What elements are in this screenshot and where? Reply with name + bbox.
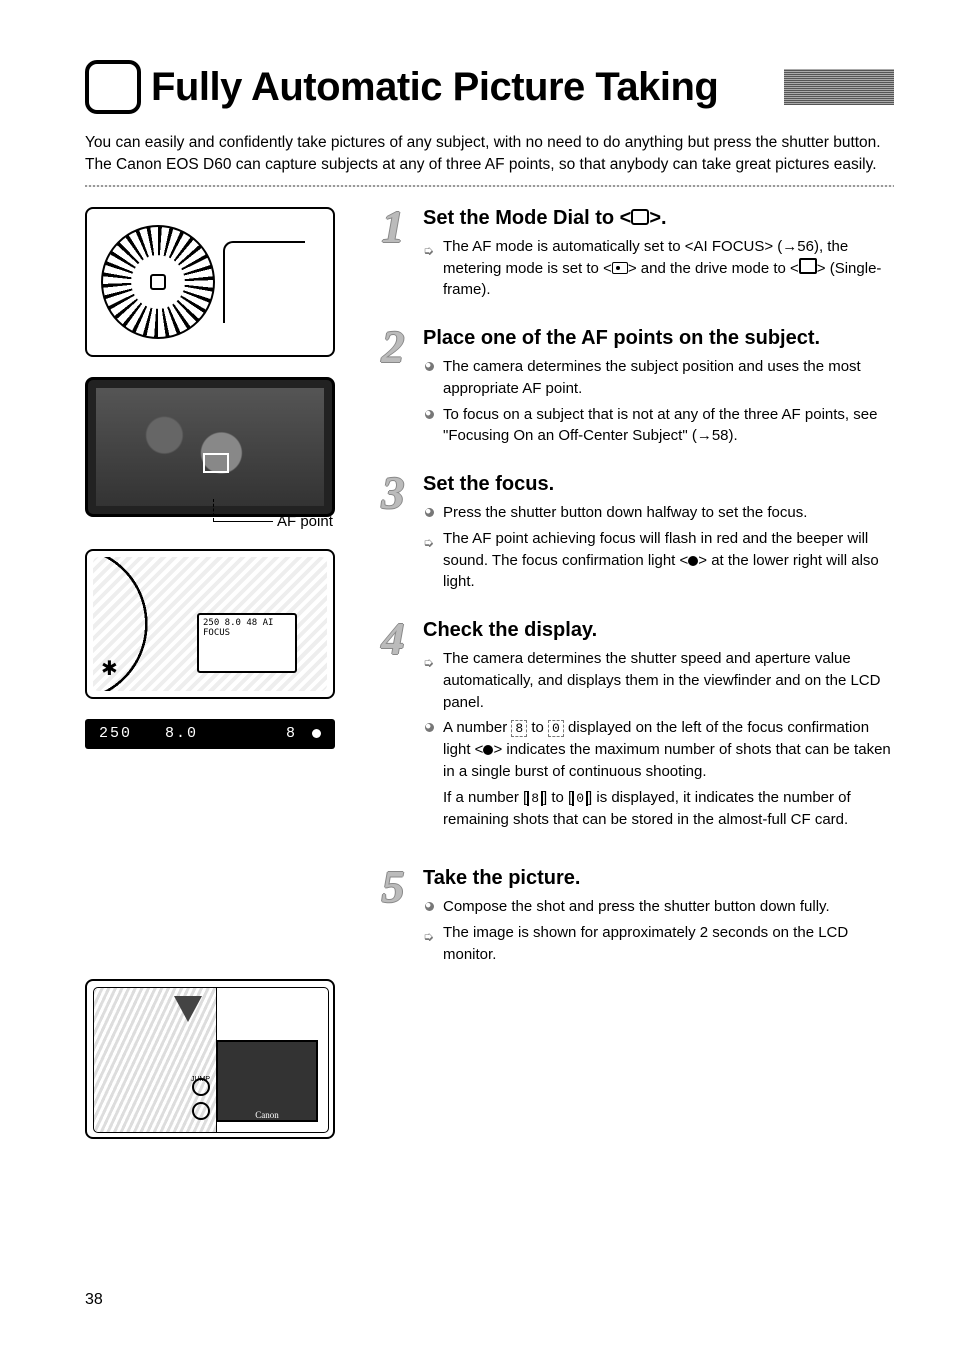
section-divider [85,185,894,187]
page-title: Fully Automatic Picture Taking [151,65,774,110]
vf-aperture: 8.0 [165,725,198,742]
result-arrow-icon: ➭ [423,654,434,673]
camera-top-lcd: 250 8.0 48 AI FOCUS [197,613,297,673]
seven-seg-digit: 8 [527,791,543,806]
steps-column: 1 Set the Mode Dial to <>. ➭ The AF mode… [375,207,894,1139]
manual-page: Fully Automatic Picture Taking You can e… [0,0,954,1349]
vf-burst-count: 8 [286,725,297,742]
content-columns: AF point 250 8.0 48 AI FOCUS ✱ 250 8.0 8 [85,207,894,1139]
step-title: Take the picture. [423,867,894,890]
result-arrow-icon: ➭ [423,242,434,261]
mode-dial-icon [101,225,215,339]
back-button-icon [192,1102,210,1120]
step-1: 1 Set the Mode Dial to <>. ➭ The AF mode… [375,207,894,305]
step-item: A number 8 to 0 displayed on the left of… [423,717,894,782]
title-stripe-decoration [784,69,894,105]
title-row: Fully Automatic Picture Taking [85,60,894,114]
step-item: ➭The AF point achieving focus will flash… [423,528,894,593]
rear-lcd-monitor: Canon [216,1040,318,1122]
step-number: 1 [375,207,411,305]
step-number: 5 [375,867,411,969]
step-3: 3 Set the focus. Press the shutter butto… [375,473,894,597]
page-number: 38 [85,1291,103,1309]
step-item: ➭The image is shown for approximately 2 … [423,922,894,966]
bullet-icon [425,362,434,371]
step-item: Press the shutter button down halfway to… [423,502,894,524]
viewfinder-scene [96,388,324,506]
af-point-label: AF point [277,513,333,530]
bullet-icon [425,902,434,911]
step-title: Set the focus. [423,473,894,496]
step-number: 2 [375,327,411,451]
figure-mode-dial [85,207,335,357]
ae-lock-star-icon: ✱ [101,656,118,681]
vf-shutter-speed: 250 [99,725,132,742]
step-item: ➭The camera determines the shutter speed… [423,648,894,713]
focus-confirm-dot-icon [688,556,698,566]
jump-label: JUMP [191,1076,210,1083]
result-arrow-icon: ➭ [423,534,434,553]
intro-paragraph: You can easily and confidently take pict… [85,132,894,177]
brand-label: Canon [255,1110,279,1120]
step-item: To focus on a subject that is not at any… [423,404,894,448]
focus-confirm-dot-icon [483,745,493,755]
step-title: Set the Mode Dial to <>. [423,207,894,230]
seven-seg-digit: 0 [548,720,564,737]
step-subparagraph: If a number [8] to [0] is displayed, it … [423,787,894,831]
full-auto-mode-icon [85,60,141,114]
af-callout: AF point [85,499,335,529]
full-auto-dial-mark-icon [150,274,166,290]
figure-viewfinder [85,377,335,517]
step-item: The camera determines the subject positi… [423,356,894,400]
step-5: 5 Take the picture. Compose the shot and… [375,867,894,969]
step-item: Compose the shot and press the shutter b… [423,896,894,918]
single-frame-drive-icon [799,258,817,274]
result-arrow-icon: ➭ [423,928,434,947]
press-shutter-arrow-icon [174,996,202,1022]
seven-seg-digit: 0 [572,791,588,806]
af-point-bracket-icon [203,453,229,473]
figure-camera-back: JUMP Canon [85,979,335,1139]
viewfinder-info-strip: 250 8.0 8 [85,719,335,749]
evaluative-metering-icon [612,262,628,274]
seven-seg-digit: 8 [511,720,527,737]
bullet-icon [425,723,434,732]
full-auto-mode-icon [631,209,649,225]
step-number: 3 [375,473,411,597]
focus-confirm-dot-icon [312,729,321,738]
camera-top-outline [223,241,305,323]
step-4: 4 Check the display. ➭The camera determi… [375,619,894,845]
step-title: Check the display. [423,619,894,642]
bullet-icon [425,410,434,419]
figure-camera-top: 250 8.0 48 AI FOCUS ✱ [85,549,335,699]
step-2: 2 Place one of the AF points on the subj… [375,327,894,451]
illustration-column: AF point 250 8.0 48 AI FOCUS ✱ 250 8.0 8 [85,207,335,1139]
step-item: ➭ The AF mode is automatically set to <A… [423,236,894,301]
step-number: 4 [375,619,411,845]
step-title: Place one of the AF points on the subjec… [423,327,894,350]
bullet-icon [425,508,434,517]
